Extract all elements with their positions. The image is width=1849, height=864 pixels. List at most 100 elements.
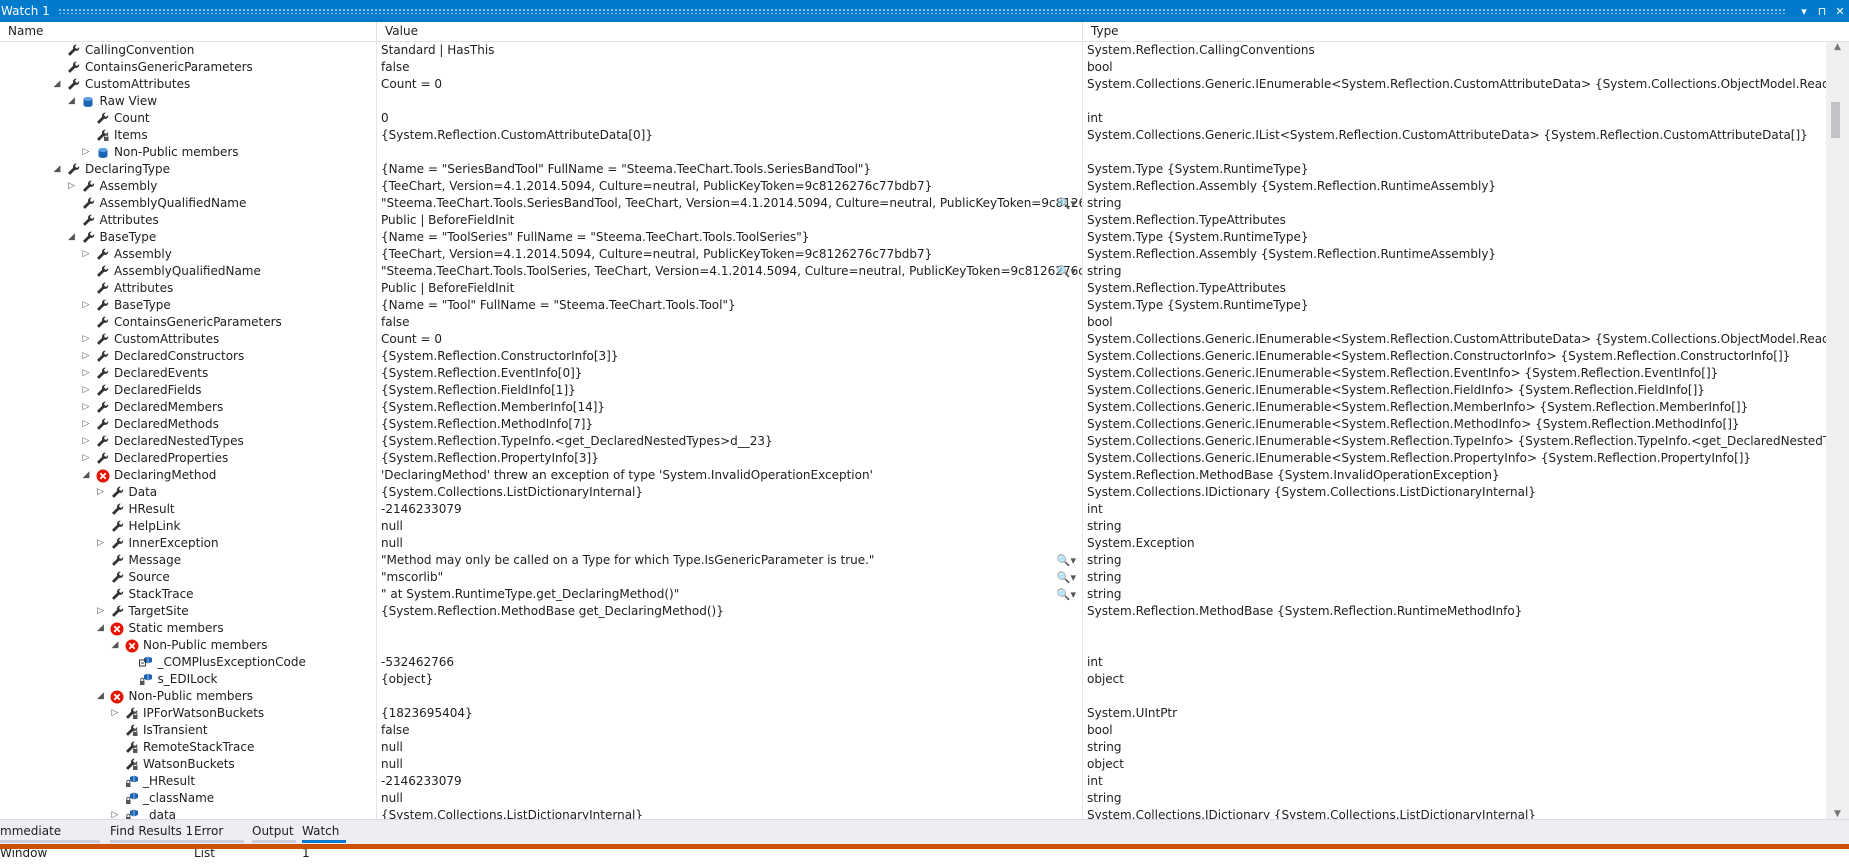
expand-arrow-icon[interactable]: ▷ <box>110 808 120 819</box>
watch-row[interactable]: ▷ BaseType {Name = "Tool" FullName = "Stee… <box>0 297 1826 314</box>
watch-row[interactable]: HelpLink null string <box>0 518 1826 535</box>
name-cell[interactable]: ▷ TargetSite <box>0 603 377 620</box>
name-cell[interactable]: ▷ CustomAttributes <box>0 331 377 348</box>
value-cell[interactable]: Count = 0 <box>377 76 1083 93</box>
watch-row[interactable]: ◢ BaseType {Name = "ToolSeries" FullName =… <box>0 229 1826 246</box>
name-cell[interactable]: ▷ Assembly <box>0 246 377 263</box>
value-cell[interactable]: "Method may only be called on a Type for… <box>377 552 1083 569</box>
value-cell[interactable] <box>377 688 1083 705</box>
name-cell[interactable]: _COMPlusExceptionCode <box>0 654 377 671</box>
name-cell[interactable]: ◢ DeclaringType <box>0 161 377 178</box>
name-cell[interactable]: ▷ DeclaredConstructors <box>0 348 377 365</box>
watch-row[interactable]: ▷ InnerException null System.Exception <box>0 535 1826 552</box>
tab-output[interactable]: Output <box>252 820 296 844</box>
name-cell[interactable]: Source <box>0 569 377 586</box>
value-cell[interactable]: {System.Reflection.MethodInfo[7]} <box>377 416 1083 433</box>
watch-row[interactable]: s_EDILock {object} object <box>0 671 1826 688</box>
value-cell[interactable]: {1823695404} <box>377 705 1083 722</box>
watch-row[interactable]: ContainsGenericParameters false bool <box>0 314 1826 331</box>
expand-arrow-icon[interactable]: ▷ <box>81 434 91 449</box>
column-header-type[interactable]: Type <box>1083 22 1826 41</box>
value-cell[interactable]: {System.Reflection.CustomAttributeData[0… <box>377 127 1083 144</box>
collapse-arrow-icon[interactable]: ◢ <box>81 468 91 483</box>
value-cell[interactable]: false <box>377 59 1083 76</box>
name-cell[interactable]: ▷ DeclaredProperties <box>0 450 377 467</box>
text-visualizer-icon[interactable]: 🔍▾ <box>1057 586 1076 603</box>
watch-row[interactable]: _COMPlusExceptionCode -532462766 int <box>0 654 1826 671</box>
value-cell[interactable]: -532462766 <box>377 654 1083 671</box>
value-cell[interactable]: {System.Reflection.PropertyInfo[3]} <box>377 450 1083 467</box>
text-visualizer-icon[interactable]: 🔍▾ <box>1057 552 1076 569</box>
name-cell[interactable]: ◢ Non-Public members <box>0 637 377 654</box>
name-cell[interactable]: RemoteStackTrace <box>0 739 377 756</box>
collapse-arrow-icon[interactable]: ◢ <box>52 162 62 177</box>
watch-row[interactable]: _HResult -2146233079 int <box>0 773 1826 790</box>
value-cell[interactable]: {Name = "ToolSeries" FullName = "Steema.… <box>377 229 1083 246</box>
value-cell[interactable]: {System.Collections.ListDictionaryIntern… <box>377 807 1083 819</box>
value-cell[interactable]: " at System.RuntimeType.get_DeclaringMet… <box>377 586 1083 603</box>
close-button[interactable]: ✕ <box>1831 5 1849 18</box>
name-cell[interactable]: IsTransient <box>0 722 377 739</box>
watch-row[interactable]: ▷ DeclaredConstructors {System.Reflection.… <box>0 348 1826 365</box>
watch-row[interactable]: ◢ DeclaringMethod 'DeclaringMethod' threw … <box>0 467 1826 484</box>
watch-row[interactable]: AssemblyQualifiedName "Steema.TeeChart.To… <box>0 263 1826 280</box>
name-cell[interactable]: ContainsGenericParameters <box>0 59 377 76</box>
scroll-up-icon[interactable]: ▲ <box>1826 42 1849 52</box>
expand-arrow-icon[interactable]: ▷ <box>81 400 91 415</box>
name-cell[interactable]: Items <box>0 127 377 144</box>
name-cell[interactable]: ▷ _data <box>0 807 377 819</box>
watch-row[interactable]: WatsonBuckets null object <box>0 756 1826 773</box>
expand-arrow-icon[interactable]: ▷ <box>81 451 91 466</box>
watch-row[interactable]: ContainsGenericParameters false bool <box>0 59 1826 76</box>
expand-arrow-icon[interactable]: ▷ <box>110 706 120 721</box>
watch-row[interactable]: AssemblyQualifiedName "Steema.TeeChart.To… <box>0 195 1826 212</box>
name-cell[interactable]: WatsonBuckets <box>0 756 377 773</box>
watch-row[interactable]: ▷ DeclaredMembers {System.Reflection.Membe… <box>0 399 1826 416</box>
name-cell[interactable]: ▷ InnerException <box>0 535 377 552</box>
tab-find-results-1[interactable]: Find Results 1 <box>110 820 194 844</box>
watch-row[interactable]: StackTrace " at System.RuntimeType.get_De… <box>0 586 1826 603</box>
value-cell[interactable]: {System.Reflection.MethodBase get_Declar… <box>377 603 1083 620</box>
name-cell[interactable]: Message <box>0 552 377 569</box>
expand-arrow-icon[interactable]: ▷ <box>81 349 91 364</box>
watch-row[interactable]: ◢ Non-Public members <box>0 688 1826 705</box>
expand-arrow-icon[interactable]: ▷ <box>81 298 91 313</box>
name-cell[interactable]: ContainsGenericParameters <box>0 314 377 331</box>
name-cell[interactable]: _HResult <box>0 773 377 790</box>
text-visualizer-icon[interactable]: 🔍▾ <box>1057 195 1076 212</box>
name-cell[interactable]: ◢ DeclaringMethod <box>0 467 377 484</box>
watch-row[interactable]: ▷ DeclaredMethods {System.Reflection.Metho… <box>0 416 1826 433</box>
name-cell[interactable]: ◢ BaseType <box>0 229 377 246</box>
value-cell[interactable]: Count = 0 <box>377 331 1083 348</box>
name-cell[interactable]: AssemblyQualifiedName <box>0 263 377 280</box>
name-cell[interactable]: ▷ Non-Public members <box>0 144 377 161</box>
value-cell[interactable]: "mscorlib" 🔍▾ <box>377 569 1083 586</box>
name-cell[interactable]: Attributes <box>0 280 377 297</box>
collapse-arrow-icon[interactable]: ◢ <box>96 621 106 636</box>
text-visualizer-icon[interactable]: 🔍▾ <box>1057 569 1076 586</box>
name-cell[interactable]: CallingConvention <box>0 42 377 59</box>
name-cell[interactable]: ◢ CustomAttributes <box>0 76 377 93</box>
watch-row[interactable]: ▷ TargetSite {System.Reflection.MethodBase… <box>0 603 1826 620</box>
value-cell[interactable]: null <box>377 739 1083 756</box>
watch-row[interactable]: ▷ Non-Public members <box>0 144 1826 161</box>
value-cell[interactable]: -2146233079 <box>377 501 1083 518</box>
watch-row[interactable]: ▷ DeclaredNestedTypes {System.Reflection.T… <box>0 433 1826 450</box>
name-cell[interactable]: Attributes <box>0 212 377 229</box>
value-cell[interactable]: {System.Collections.ListDictionaryIntern… <box>377 484 1083 501</box>
watch-row[interactable]: ◢ DeclaringType {Name = "SeriesBandTool" F… <box>0 161 1826 178</box>
expand-arrow-icon[interactable]: ▷ <box>81 366 91 381</box>
watch-row[interactable]: HResult -2146233079 int <box>0 501 1826 518</box>
scroll-down-icon[interactable]: ▼ <box>1826 809 1849 819</box>
column-header-value[interactable]: Value <box>377 22 1083 41</box>
value-cell[interactable]: 'DeclaringMethod' threw an exception of … <box>377 467 1083 484</box>
tab-immediate-window[interactable]: mmediate Window <box>0 820 100 860</box>
name-cell[interactable]: s_EDILock <box>0 671 377 688</box>
watch-row[interactable]: ◢ Static members <box>0 620 1826 637</box>
tab-watch-1[interactable]: Watch 1 <box>302 820 346 860</box>
expand-arrow-icon[interactable]: ▷ <box>81 247 91 262</box>
title-grip[interactable] <box>57 8 1785 14</box>
expand-arrow-icon[interactable]: ▷ <box>81 145 91 160</box>
tab-error-list[interactable]: Error List <box>194 820 244 860</box>
scroll-thumb[interactable] <box>1831 102 1840 138</box>
